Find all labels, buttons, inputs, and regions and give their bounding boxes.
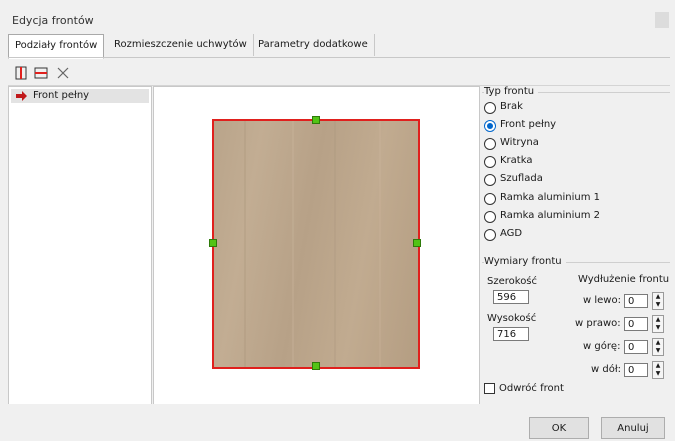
radio-label: Witryna [500, 137, 539, 148]
button-bar: OK Anuluj [0, 404, 675, 441]
tab-label: Podziały frontów [15, 40, 98, 51]
radio-circle [484, 102, 496, 114]
window-title: Edycja frontów [12, 14, 94, 27]
title-bar: Edycja frontów [0, 8, 675, 34]
right-extension-input[interactable]: 0 [624, 317, 648, 331]
down-extension-input[interactable]: 0 [624, 363, 648, 377]
radio-label: Kratka [500, 155, 533, 166]
tab-label: Parametry dodatkowe [258, 39, 368, 50]
cancel-button[interactable]: Anuluj [601, 417, 665, 439]
split-horizontal-button[interactable] [32, 64, 50, 82]
wood-grain [292, 121, 294, 367]
width-input[interactable]: 596 [493, 290, 529, 304]
tab-label: Rozmieszczenie uchwytów [114, 39, 247, 50]
split-vertical-button[interactable] [12, 64, 30, 82]
radio-circle-selected [484, 120, 496, 132]
tab-parametry-dodatkowe[interactable]: Parametry dodatkowe [252, 34, 375, 56]
radio-circle [484, 156, 496, 168]
radio-circle [484, 211, 496, 223]
flip-front-label: Odwróć front [499, 383, 564, 394]
radio-label: Front pełny [500, 119, 557, 130]
list-item[interactable]: Front pełny [11, 89, 149, 103]
wood-grain [334, 121, 336, 367]
left-extension-stepper[interactable]: ▲ ▼ [652, 292, 664, 310]
typ-frontu-title: Typ frontu [484, 86, 539, 97]
wood-grain [379, 121, 381, 367]
up-extension-input[interactable]: 0 [624, 340, 648, 354]
radio-circle [484, 193, 496, 205]
delete-button[interactable] [54, 64, 72, 82]
ok-button[interactable]: OK [529, 417, 589, 439]
radio-label: Ramka aluminium 1 [500, 192, 601, 203]
radio-circle [484, 138, 496, 150]
down-label: w dół: [591, 364, 622, 375]
flip-front-checkbox[interactable] [484, 383, 495, 394]
wood-grain [244, 121, 246, 367]
tab-rozmieszczenie-uchwytow[interactable]: Rozmieszczenie uchwytów [108, 34, 254, 56]
front-panel[interactable] [212, 119, 420, 369]
front-list: Front pełny [8, 86, 152, 406]
up-extension-stepper[interactable]: ▲ ▼ [652, 338, 664, 356]
radio-label: Brak [500, 101, 523, 112]
radio-label: Szuflada [500, 173, 543, 184]
tab-divider [8, 57, 670, 58]
resize-handle-left[interactable] [209, 239, 217, 247]
right-label: w prawo: [575, 318, 621, 329]
dialog-window: Edycja frontów Podziały frontów Rozmiesz… [0, 0, 675, 441]
split-horizontal-icon [34, 67, 48, 79]
tab-podzialy-frontow[interactable]: Podziały frontów [8, 34, 105, 59]
extension-title: Wydłużenie frontu [578, 274, 670, 285]
left-label: w lewo: [583, 295, 621, 306]
resize-handle-right[interactable] [413, 239, 421, 247]
split-vertical-icon [15, 66, 27, 80]
radio-circle [484, 174, 496, 186]
wymiary-frontu-title: Wymiary frontu [484, 256, 566, 267]
width-label: Szerokość [487, 276, 538, 287]
close-button[interactable] [655, 12, 669, 28]
list-item-label: Front pełny [33, 90, 90, 101]
right-extension-stepper[interactable]: ▲ ▼ [652, 315, 664, 333]
resize-handle-bottom[interactable] [312, 362, 320, 370]
radio-label: AGD [500, 228, 523, 239]
delete-icon [57, 67, 69, 79]
down-extension-stepper[interactable]: ▲ ▼ [652, 361, 664, 379]
arrow-right-icon [16, 91, 27, 101]
up-label: w górę: [583, 341, 621, 352]
resize-handle-top[interactable] [312, 116, 320, 124]
height-label: Wysokość [487, 313, 537, 324]
radio-circle [484, 229, 496, 241]
toolbar [8, 62, 670, 84]
left-extension-input[interactable]: 0 [624, 294, 648, 308]
radio-label: Ramka aluminium 2 [500, 210, 601, 221]
height-input[interactable]: 716 [493, 327, 529, 341]
